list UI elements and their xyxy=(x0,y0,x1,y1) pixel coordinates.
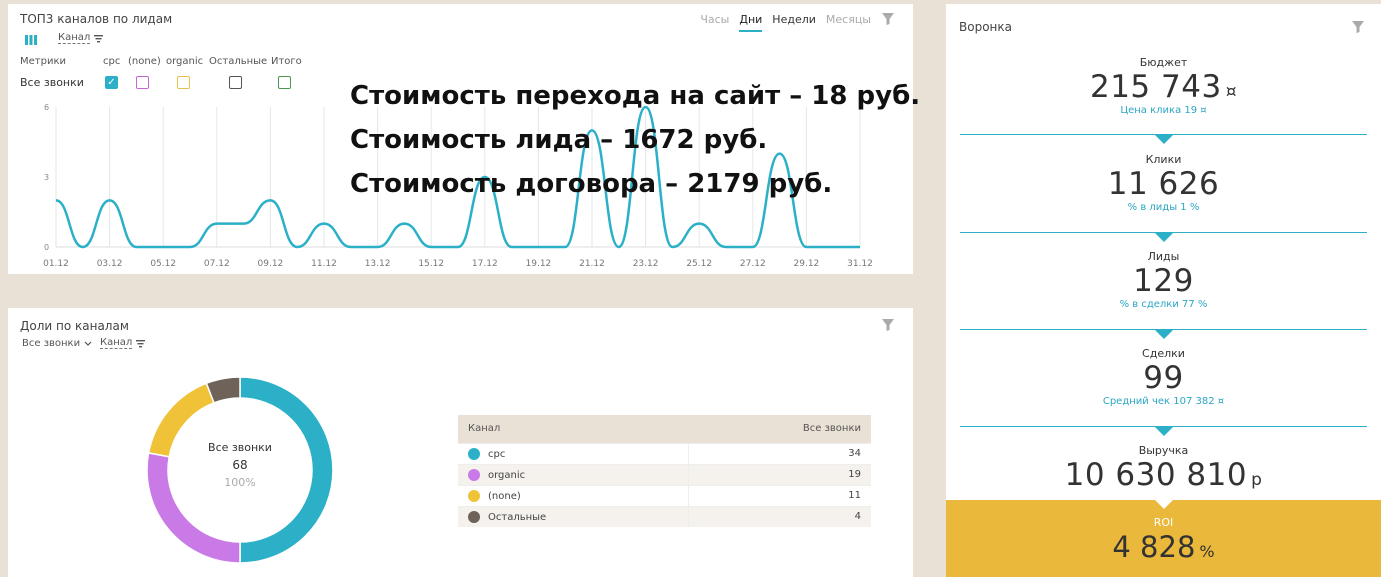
stage-value: 99 xyxy=(1143,360,1184,396)
filter-icon[interactable] xyxy=(881,318,895,332)
calls-filter-label: Все звонки xyxy=(22,338,81,349)
funnel-stage-leads: Лиды 129 % в сделки 77 % xyxy=(946,250,1381,310)
funnel-stage-budget: Бюджет 215 743 ¤ Цена клика 19 ¤ xyxy=(946,56,1381,116)
table-row[interactable]: Остальные 4 xyxy=(458,505,871,527)
roi-unit: % xyxy=(1199,542,1215,561)
group-by-label: Канал xyxy=(100,337,133,349)
x-tick-label: 01.12 xyxy=(43,259,69,269)
row-channel: organic xyxy=(488,469,526,481)
row-channel: cpc xyxy=(488,448,506,460)
x-tick-label: 21.12 xyxy=(579,259,605,269)
stage-rate: Средний чек 107 382 ¤ xyxy=(1102,396,1225,407)
x-tick-label: 25.12 xyxy=(686,259,712,269)
stage-value: 129 xyxy=(1133,263,1194,299)
cost-overlay: Стоимость перехода на сайт – 18 руб. Сто… xyxy=(350,74,920,206)
stage-unit: р xyxy=(1251,470,1263,490)
x-tick-label: 31.12 xyxy=(847,259,873,269)
stage-unit: ¤ xyxy=(1225,82,1238,102)
roi-value: 4 828 xyxy=(1112,530,1196,564)
stage-label: Бюджет xyxy=(1139,56,1188,69)
stage-label: Выручка xyxy=(1138,444,1189,457)
y-tick-label: 3 xyxy=(44,173,49,182)
funnel-stage-deals: Сделки 99 Средний чек 107 382 ¤ xyxy=(946,347,1381,407)
x-tick-label: 11.12 xyxy=(311,259,337,269)
stage-rate: % в сделки 77 % xyxy=(1119,299,1208,310)
x-tick-label: 07.12 xyxy=(204,259,230,269)
row-value: 19 xyxy=(688,463,871,485)
funnel-arrow-icon xyxy=(1155,233,1173,242)
stage-value: 11 626 xyxy=(1107,166,1220,202)
donut-percent: 100% xyxy=(224,476,256,489)
funnel-roi: ROI 4 828% xyxy=(946,500,1381,577)
funnel-panel: Воронка Бюджет 215 743 ¤ Цена клика 19 ¤ … xyxy=(946,4,1381,577)
x-tick-label: 19.12 xyxy=(526,259,552,269)
stage-label: Сделки xyxy=(1142,347,1185,360)
x-tick-label: 17.12 xyxy=(472,259,498,269)
y-tick-label: 6 xyxy=(44,103,49,112)
panel-title: Воронка xyxy=(959,20,1012,34)
stage-value: 215 743 xyxy=(1089,69,1222,105)
column-header-channel[interactable]: Канал xyxy=(458,415,689,443)
donut-total: 68 xyxy=(232,458,248,472)
x-tick-label: 23.12 xyxy=(633,259,659,269)
cpc-color-dot xyxy=(468,447,480,460)
funnel-arrow-icon xyxy=(1155,500,1173,509)
filter-icon[interactable] xyxy=(1351,20,1365,34)
stage-rate: Цена клика 19 ¤ xyxy=(1120,105,1207,116)
funnel-arrow-icon xyxy=(1155,330,1173,339)
x-tick-label: 03.12 xyxy=(97,259,123,269)
channel-table: Канал Все звонки cpc 34 organic 19 (none… xyxy=(458,415,871,527)
stage-value: 10 630 810 xyxy=(1064,457,1248,493)
channel-share-panel: Доли по каналам Все звонки Канал Все зво… xyxy=(8,308,913,577)
others-color-dot xyxy=(468,510,480,523)
overlay-line-lead-cost: Стоимость лида – 1672 руб. xyxy=(350,125,768,155)
table-row[interactable]: cpc 34 xyxy=(458,442,871,464)
x-tick-label: 05.12 xyxy=(150,259,176,269)
funnel-arrow-icon xyxy=(1155,135,1173,144)
funnel-stage-clicks: Клики 11 626 % в лиды 1 % xyxy=(946,153,1381,213)
x-tick-label: 27.12 xyxy=(740,259,766,269)
panel-title: Доли по каналам xyxy=(20,319,129,333)
chevron-down-icon xyxy=(84,341,92,346)
roi-label: ROI xyxy=(1153,516,1174,529)
group-by-selector[interactable]: Канал xyxy=(100,337,146,349)
calls-filter-dropdown[interactable]: Все звонки xyxy=(22,338,92,349)
y-tick-label: 0 xyxy=(44,243,49,252)
row-value: 34 xyxy=(688,442,871,464)
row-channel: (none) xyxy=(488,490,521,502)
organic-color-dot xyxy=(468,468,480,481)
overlay-line-contract-cost: Стоимость договора – 2179 руб. xyxy=(350,169,833,199)
funnel-stage-revenue: Выручка 10 630 810 р xyxy=(946,444,1381,493)
x-tick-label: 13.12 xyxy=(365,259,391,269)
stage-rate: % в лиды 1 % xyxy=(1127,202,1200,213)
sort-icon xyxy=(136,339,146,347)
column-header-calls[interactable]: Все звонки xyxy=(688,415,871,443)
none-color-dot xyxy=(468,489,480,502)
row-channel: Остальные xyxy=(488,511,547,523)
overlay-line-visit-cost: Стоимость перехода на сайт – 18 руб. xyxy=(350,81,921,111)
donut-center: Все звонки 68 100% xyxy=(140,441,340,489)
donut-label: Все звонки xyxy=(208,441,272,454)
x-tick-label: 29.12 xyxy=(794,259,820,269)
stage-label: Лиды xyxy=(1147,250,1180,263)
table-row[interactable]: organic 19 xyxy=(458,463,871,485)
funnel-arrow-icon xyxy=(1155,427,1173,436)
x-tick-label: 15.12 xyxy=(418,259,444,269)
row-value: 11 xyxy=(688,484,871,506)
x-tick-label: 09.12 xyxy=(258,259,284,269)
table-row[interactable]: (none) 11 xyxy=(458,484,871,506)
stage-label: Клики xyxy=(1145,153,1182,166)
row-value: 4 xyxy=(688,505,871,527)
